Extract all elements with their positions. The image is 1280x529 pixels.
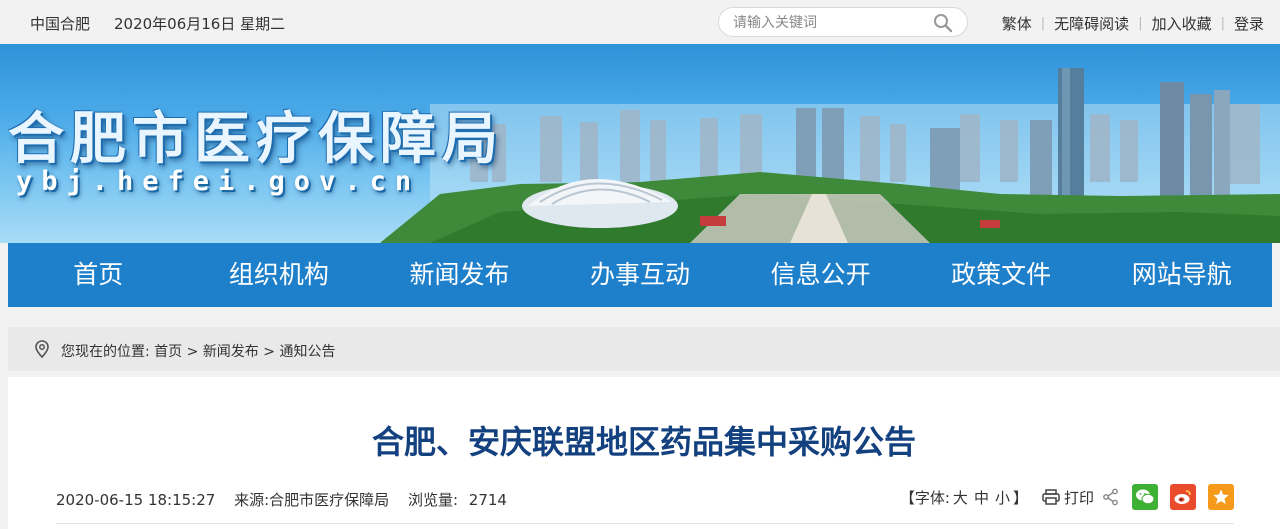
top-links: 繁体 | 无障碍阅读 | 加入收藏 | 登录: [1002, 13, 1264, 34]
views-count: 2714: [468, 491, 507, 509]
nav-item-news[interactable]: 新闻发布: [369, 243, 550, 307]
divider: |: [1138, 16, 1143, 31]
breadcrumb-separator: >: [263, 344, 275, 360]
breadcrumb-notices[interactable]: 通知公告: [279, 344, 335, 360]
share-icon[interactable]: [1102, 488, 1120, 506]
search-box[interactable]: [718, 7, 968, 37]
nav-item-home[interactable]: 首页: [8, 243, 189, 307]
breadcrumb-prefix: 您现在的位置:: [61, 344, 150, 360]
breadcrumb-separator: >: [186, 344, 199, 360]
article-source: 来源:合肥市医疗保障局: [234, 491, 390, 509]
location-pin-icon: [35, 340, 49, 359]
views-label: 浏览量:: [407, 491, 458, 509]
wechat-icon[interactable]: [1132, 484, 1158, 510]
article-panel: 合肥、安庆联盟地区药品集中采购公告 2020-06-15 18:15:27 来源…: [8, 377, 1280, 529]
traditional-chinese-link[interactable]: 繁体: [1002, 13, 1032, 34]
site-domain: ybj.hefei.gov.cn: [16, 166, 421, 197]
publish-datetime: 2020-06-15 18:15:27: [56, 491, 216, 509]
article-meta: 2020-06-15 18:15:27 来源:合肥市医疗保障局 浏览量: 271…: [56, 489, 521, 510]
nav-item-sitemap[interactable]: 网站导航: [1091, 243, 1272, 307]
add-favorite-link[interactable]: 加入收藏: [1152, 13, 1212, 34]
breadcrumb-home[interactable]: 首页: [154, 344, 182, 360]
font-size-medium-button[interactable]: 中: [974, 487, 989, 508]
nav-item-organization[interactable]: 组织机构: [189, 243, 370, 307]
breadcrumb-news[interactable]: 新闻发布: [203, 344, 259, 360]
accessibility-link[interactable]: 无障碍阅读: [1054, 13, 1129, 34]
font-size-label-close: 】: [1012, 488, 1028, 507]
top-bar: 中国合肥 2020年06月16日 星期二 繁体 | 无障碍阅读 | 加入收藏 |…: [0, 0, 1280, 44]
print-button[interactable]: 打印: [1042, 487, 1094, 508]
print-label: 打印: [1063, 488, 1094, 507]
city-label: 中国合肥: [30, 15, 91, 33]
main-nav: 首页 组织机构 新闻发布 办事互动 信息公开 政策文件 网站导航: [8, 243, 1272, 307]
search-icon[interactable]: [933, 13, 953, 33]
weibo-icon[interactable]: [1170, 484, 1196, 510]
site-banner: 合肥市医疗保障局 ybj.hefei.gov.cn: [0, 44, 1280, 243]
font-size-large-button[interactable]: 大: [953, 487, 968, 508]
article-title: 合肥、安庆联盟地区药品集中采购公告: [371, 423, 916, 461]
printer-icon: [1042, 489, 1060, 505]
nav-item-info-disclosure[interactable]: 信息公开: [730, 243, 911, 307]
site-title: 合肥市医疗保障局: [8, 107, 504, 172]
divider: |: [1040, 16, 1046, 31]
login-link[interactable]: 登录: [1234, 13, 1264, 34]
font-size-small-button[interactable]: 小: [995, 487, 1010, 508]
star-icon[interactable]: [1208, 484, 1234, 510]
breadcrumb: 您现在的位置: 首页 > 新闻发布 > 通知公告: [8, 327, 1280, 371]
divider: |: [1220, 16, 1225, 31]
nav-item-policy[interactable]: 政策文件: [911, 243, 1092, 307]
current-date: 2020年06月16日 星期二: [114, 15, 286, 33]
font-size-label: 【字体:: [899, 488, 950, 507]
search-input[interactable]: [731, 13, 935, 33]
nav-item-services[interactable]: 办事互动: [550, 243, 731, 307]
divider: [56, 523, 1234, 524]
article-tools: 【字体: 大 中 小 】 打印: [900, 484, 1234, 510]
